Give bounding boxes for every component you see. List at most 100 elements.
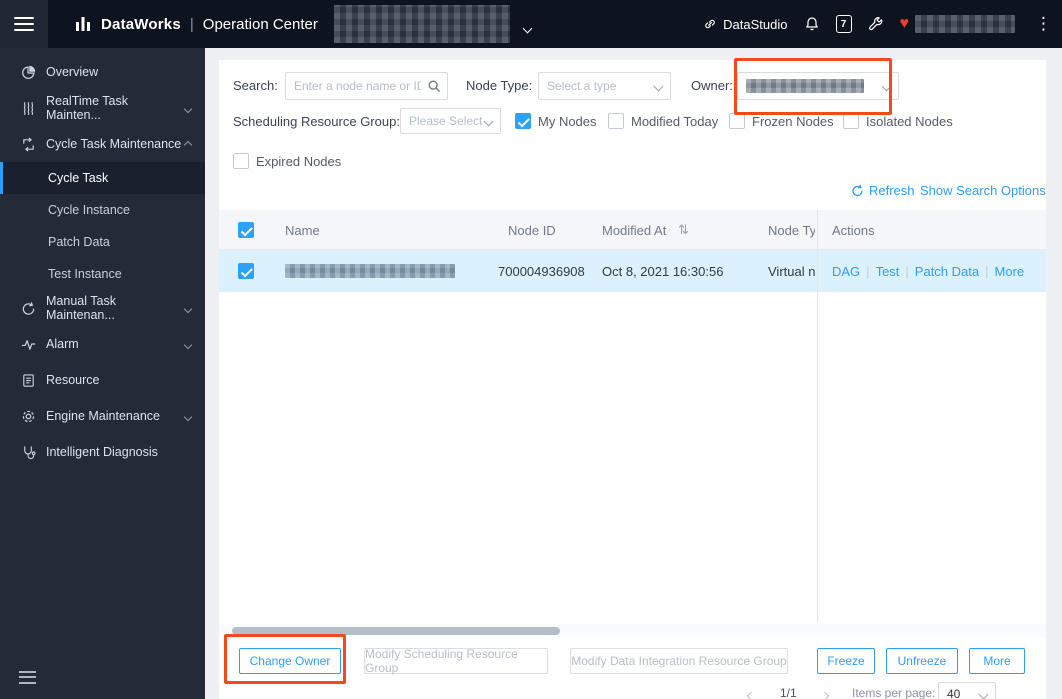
notifications-bell-icon[interactable] — [804, 16, 820, 32]
sidebar-collapse-icon[interactable] — [19, 667, 36, 687]
hamburger-icon — [14, 13, 34, 35]
freeze-button[interactable]: Freeze — [817, 648, 875, 674]
column-header-node-type: Node Type — [768, 223, 815, 238]
sidebar-item-engine-maintenance[interactable]: Engine Maintenance — [0, 398, 205, 434]
datastudio-link[interactable]: DataStudio — [703, 16, 788, 32]
action-separator: | — [985, 264, 989, 279]
sidebar-item-manual-task[interactable]: Manual Task Maintenan... — [0, 290, 205, 326]
items-per-page-label: Items per page: — [852, 686, 936, 699]
top-header: DataWorks | Operation Center DataStudio … — [0, 0, 1062, 48]
modified-today-checkbox[interactable] — [608, 113, 624, 129]
chevron-down-icon — [653, 81, 664, 91]
column-header-modified-at: Modified At — [602, 223, 667, 238]
sidebar-item-label: Manual Task Maintenan... — [46, 294, 116, 322]
select-all-checkbox[interactable] — [238, 222, 254, 238]
sidebar-item-label: Cycle Task — [48, 171, 109, 185]
pie-chart-icon — [20, 64, 36, 80]
docs-badge-icon[interactable]: 7 — [835, 15, 852, 33]
workspace-chevron-down-icon[interactable] — [522, 19, 533, 37]
expired-nodes-label: Expired Nodes — [256, 154, 342, 169]
modify-scheduling-resource-group-button[interactable]: Modify Scheduling Resource Group — [364, 647, 548, 675]
account-area[interactable]: ♥ — [899, 15, 1015, 33]
document-icon — [20, 372, 36, 388]
sidebar-item-label: Intelligent Diagnosis — [46, 445, 158, 459]
brand-area: DataWorks | Operation Center — [74, 0, 318, 48]
circular-arrow-icon — [20, 300, 36, 316]
isolated-nodes-checkbox[interactable] — [843, 113, 859, 129]
dataworks-logo-icon — [74, 15, 92, 33]
sidebar-item-patch-data[interactable]: Patch Data — [0, 226, 205, 258]
account-status-icon: ♥ — [899, 15, 910, 32]
page-indicator: 1/1 — [780, 686, 797, 699]
horizontal-scrollbar-thumb[interactable] — [232, 626, 560, 635]
tools-wrench-icon[interactable] — [868, 16, 884, 32]
change-owner-button[interactable]: Change Owner — [239, 648, 341, 674]
node-type-select[interactable]: Select a type — [538, 72, 671, 100]
brand-name: DataWorks — [101, 15, 181, 33]
column-header-actions: Actions — [832, 223, 875, 238]
column-header-node-id: Node ID — [508, 223, 556, 238]
waves-icon — [20, 100, 36, 116]
search-input[interactable] — [285, 72, 448, 100]
sidebar-item-intelligent-diagnosis[interactable]: Intelligent Diagnosis — [0, 434, 205, 470]
owner-select[interactable] — [737, 72, 899, 100]
unfreeze-button[interactable]: Unfreeze — [886, 648, 958, 674]
prev-page-icon[interactable] — [746, 686, 756, 699]
gear-icon — [20, 408, 36, 424]
workspace-selector-redacted[interactable] — [334, 5, 510, 43]
sidebar-item-label: Patch Data — [48, 235, 110, 249]
owner-label: Owner: — [691, 78, 733, 93]
show-search-options-link[interactable]: Show Search Options — [920, 183, 1046, 198]
chevron-down-icon — [183, 337, 193, 351]
action-patch-data-link[interactable]: Patch Data — [915, 264, 979, 279]
sidebar-item-cycle-task-maintenance[interactable]: Cycle Task Maintenance — [0, 126, 205, 162]
sidebar-item-resource[interactable]: Resource — [0, 362, 205, 398]
action-test-link[interactable]: Test — [876, 264, 900, 279]
chevron-down-icon — [483, 116, 494, 126]
frozen-nodes-checkbox[interactable] — [729, 113, 745, 129]
page-size-select[interactable]: 40 — [938, 682, 996, 699]
sidebar-item-cycle-instance[interactable]: Cycle Instance — [0, 194, 205, 226]
search-icon[interactable] — [427, 79, 441, 93]
row-node-name-redacted[interactable] — [285, 264, 455, 278]
sidebar-item-label: Overview — [46, 65, 99, 79]
more-button[interactable]: More — [969, 648, 1025, 674]
sidebar-item-label: Cycle Instance — [48, 203, 130, 217]
my-nodes-label: My Nodes — [538, 114, 597, 129]
sidebar-item-alarm[interactable]: Alarm — [0, 326, 205, 362]
my-nodes-checkbox[interactable] — [515, 113, 531, 129]
dataworks-operation-center: DataWorks | Operation Center DataStudio … — [0, 0, 1062, 699]
next-page-icon[interactable] — [820, 686, 830, 699]
product-name: Operation Center — [202, 15, 318, 33]
frozen-nodes-label: Frozen Nodes — [752, 114, 834, 129]
datastudio-label: DataStudio — [723, 16, 788, 32]
action-more-link[interactable]: More — [995, 264, 1025, 279]
username-redacted — [915, 15, 1015, 33]
sort-icon[interactable]: ⇅ — [678, 222, 689, 238]
sidebar-item-label: Cycle Task Maintenance — [46, 137, 182, 151]
sidebar-item-overview[interactable]: Overview — [0, 54, 205, 90]
modify-data-integration-resource-group-button[interactable]: Modify Data Integration Resource Group — [570, 648, 788, 674]
expired-nodes-checkbox[interactable] — [233, 153, 249, 169]
fixed-column-divider — [817, 210, 818, 622]
sidebar-item-cycle-task[interactable]: Cycle Task — [0, 162, 205, 194]
left-sidebar: Overview RealTime Task Mainten... Cycle … — [0, 48, 205, 699]
chevron-up-icon — [183, 137, 193, 151]
row-modified-at: Oct 8, 2021 16:30:56 — [602, 264, 724, 279]
sidebar-item-realtime-task[interactable]: RealTime Task Mainten... — [0, 90, 205, 126]
refresh-button[interactable]: Refresh — [851, 183, 915, 198]
more-menu-icon[interactable]: ⋮ — [1031, 15, 1056, 32]
sidebar-item-label: Resource — [46, 373, 100, 387]
action-dag-link[interactable]: DAG — [832, 264, 860, 279]
column-header-name: Name — [285, 223, 320, 238]
stethoscope-icon — [20, 444, 36, 460]
node-type-value: Select a type — [547, 79, 617, 93]
global-menu-button[interactable] — [0, 0, 48, 48]
scheduling-resource-group-select[interactable]: Please Select — [400, 108, 501, 134]
sidebar-item-label: Test Instance — [48, 267, 122, 281]
isolated-nodes-label: Isolated Nodes — [866, 114, 953, 129]
refresh-label: Refresh — [869, 183, 915, 198]
sidebar-item-test-instance[interactable]: Test Instance — [0, 258, 205, 290]
row-checkbox[interactable] — [238, 263, 254, 279]
action-separator: | — [905, 264, 909, 279]
